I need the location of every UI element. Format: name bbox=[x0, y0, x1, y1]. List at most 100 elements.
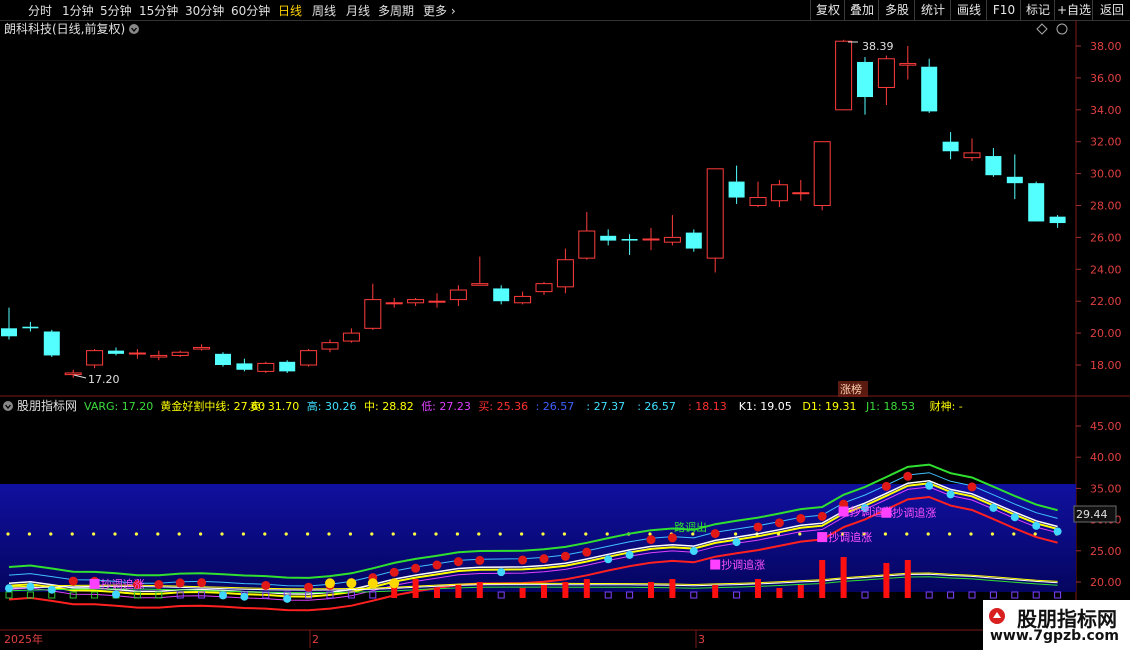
candle-body bbox=[706, 168, 724, 259]
period-tab-2[interactable]: 5分钟 bbox=[100, 2, 132, 19]
candle-body bbox=[621, 238, 638, 241]
toolbar-button-6[interactable]: 标记 bbox=[1020, 0, 1055, 20]
vol-bar bbox=[455, 585, 462, 598]
signal-dot bbox=[625, 550, 634, 559]
ind-tick-label: 45.00 bbox=[1090, 420, 1122, 433]
toolbar-button-1[interactable]: 叠加 bbox=[844, 0, 879, 20]
toolbar-button-2[interactable]: 多股 bbox=[878, 0, 915, 20]
toolbar-button-0[interactable]: 复权 bbox=[810, 0, 845, 20]
signal-dot bbox=[261, 580, 271, 590]
signal-dot bbox=[946, 490, 955, 499]
dotted-marker bbox=[1033, 532, 1037, 536]
price-tick-label: 20.00 bbox=[1090, 327, 1122, 340]
signal-dot bbox=[903, 471, 913, 481]
candlestick-series bbox=[1, 39, 1066, 378]
candle-body bbox=[193, 346, 211, 350]
x-label-year: 2025年 bbox=[4, 632, 43, 646]
candle-body bbox=[663, 236, 681, 243]
indicator-pane: 抄调追涨抄调追涨抄调追涨抄调追涨抄调追涨路调出 bbox=[0, 463, 1076, 612]
price-tick-label: 28.00 bbox=[1090, 200, 1122, 213]
dotted-marker bbox=[413, 532, 417, 536]
dotted-marker bbox=[584, 532, 588, 536]
period-tab-3[interactable]: 15分钟 bbox=[139, 2, 178, 19]
vol-bar-outline bbox=[968, 591, 976, 599]
signal-dot bbox=[646, 535, 656, 545]
dotted-marker bbox=[70, 532, 74, 536]
candle-body bbox=[535, 283, 553, 293]
signal-dot bbox=[518, 555, 528, 565]
dotted-marker bbox=[177, 532, 181, 536]
dotted-marker bbox=[348, 532, 352, 536]
diamond-icon[interactable] bbox=[1036, 23, 1048, 35]
dotted-marker bbox=[134, 532, 138, 536]
price-tick-label: 32.00 bbox=[1090, 136, 1122, 149]
signal-dot bbox=[304, 582, 314, 592]
signal-dot bbox=[796, 513, 806, 523]
dotted-marker bbox=[434, 532, 438, 536]
signal-dot bbox=[283, 594, 292, 603]
candle-body bbox=[128, 352, 146, 355]
rank-tag[interactable]: 涨榜 bbox=[840, 382, 862, 396]
candle-body bbox=[279, 361, 296, 372]
settings-circle-icon[interactable] bbox=[1056, 23, 1068, 35]
legend-item-9: : 26.57 bbox=[637, 400, 676, 413]
legend-item-2: 卖: 31.70 bbox=[250, 400, 300, 413]
period-tab-5[interactable]: 60分钟 bbox=[231, 2, 270, 19]
vol-bar bbox=[669, 579, 676, 598]
candle-body bbox=[556, 259, 574, 288]
signal-dot bbox=[732, 538, 741, 547]
vol-bar-outline bbox=[369, 591, 377, 599]
period-tab-10[interactable]: 更多 › bbox=[423, 2, 456, 19]
dotted-marker bbox=[220, 532, 224, 536]
vol-bar-outline bbox=[604, 591, 612, 599]
vol-bar-outline bbox=[1032, 591, 1040, 599]
chart-area[interactable]: 朗科科技(日线,前复权) 38.00 36.00 34.00 32.00 30.00 28… bbox=[0, 20, 1130, 650]
title-dropdown-icon[interactable] bbox=[129, 24, 139, 34]
indicator-dropdown-icon[interactable] bbox=[3, 401, 13, 411]
period-tab-1[interactable]: 1分钟 bbox=[62, 2, 94, 19]
toolbar-button-5[interactable]: F10 bbox=[986, 0, 1021, 20]
vol-bar-outline bbox=[947, 591, 955, 599]
candle-body bbox=[857, 61, 873, 98]
candle-body bbox=[64, 372, 82, 376]
toolbar-button-3[interactable]: 统计 bbox=[914, 0, 951, 20]
dotted-marker bbox=[306, 532, 310, 536]
candle-body bbox=[236, 363, 253, 370]
current-value: 29.44 bbox=[1076, 508, 1108, 521]
dotted-marker bbox=[1012, 532, 1016, 536]
vol-bar bbox=[712, 585, 719, 598]
vol-bar bbox=[412, 579, 419, 598]
toolbar-button-4[interactable]: 画线 bbox=[950, 0, 987, 20]
price-tick-label: 26.00 bbox=[1090, 231, 1122, 244]
signal-dot bbox=[5, 584, 13, 593]
period-tab-0[interactable]: 分时 bbox=[28, 2, 52, 19]
vol-bar-outline bbox=[989, 591, 997, 599]
signal-label: 抄调追涨 bbox=[721, 558, 765, 572]
ind-tick-label: 20.00 bbox=[1090, 576, 1122, 589]
candle-body bbox=[813, 141, 831, 206]
toolbar-button-7[interactable]: +自选 bbox=[1054, 0, 1093, 20]
period-tab-7[interactable]: 周线 bbox=[312, 2, 336, 19]
candle-body bbox=[1049, 216, 1066, 224]
vol-bar bbox=[648, 582, 654, 598]
dotted-marker bbox=[477, 532, 481, 536]
period-tab-6[interactable]: 日线 bbox=[278, 2, 302, 19]
period-tab-9[interactable]: 多周期 bbox=[378, 2, 414, 19]
vol-bar bbox=[819, 560, 826, 598]
toolbar-button-8[interactable]: 返回 bbox=[1092, 0, 1130, 20]
candle-body bbox=[792, 192, 810, 195]
candle-body bbox=[321, 342, 339, 350]
signal-dot bbox=[47, 585, 56, 594]
signal-label: 抄调追涨 bbox=[892, 506, 936, 520]
candle-body bbox=[257, 362, 275, 372]
candle-body bbox=[770, 184, 788, 202]
candle-body bbox=[215, 353, 231, 365]
dotted-marker bbox=[541, 532, 545, 536]
low-price-marker: 17.20 bbox=[88, 373, 120, 386]
signal-dot bbox=[197, 578, 207, 588]
period-tab-8[interactable]: 月线 bbox=[346, 2, 370, 19]
period-tab-4[interactable]: 30分钟 bbox=[185, 2, 224, 19]
signal-dot bbox=[560, 551, 570, 561]
vol-bar bbox=[797, 585, 804, 598]
signal-dot bbox=[219, 591, 227, 600]
